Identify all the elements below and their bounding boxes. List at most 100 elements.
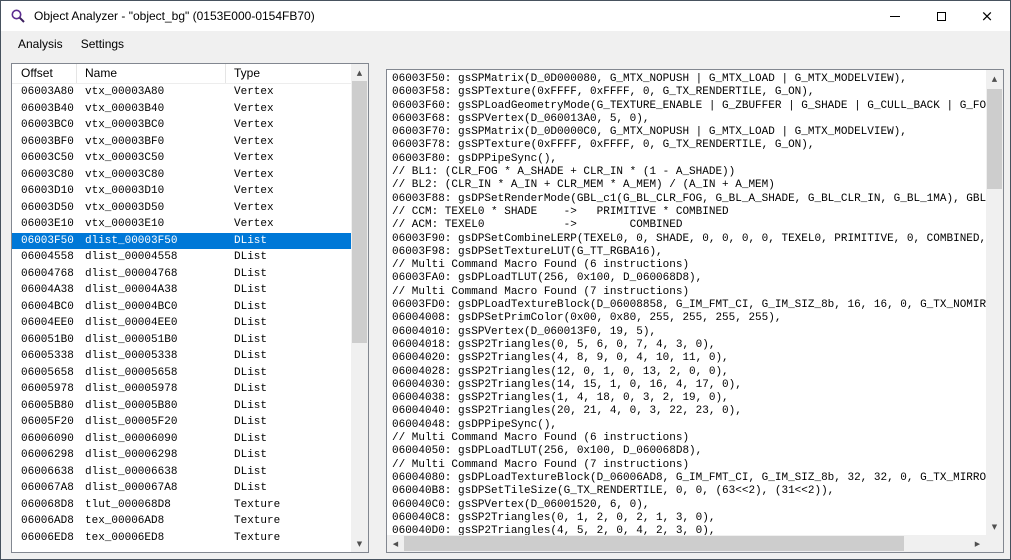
row-type: DList [226,480,351,497]
code-line: 060040B8: gsDPSetTileSize(G_TX_RENDERTIL… [392,485,986,498]
scroll-right-button[interactable]: ▶ [969,535,986,552]
table-row[interactable]: 06003E10 vtx_00003E10 Vertex [12,216,351,233]
menu-item-analysis[interactable]: Analysis [9,31,72,57]
code-line: 06004008: gsDPSetPrimColor(0x00, 0x80, 2… [392,312,986,325]
row-type: DList [226,332,351,349]
up-arrow-icon: ▲ [357,69,362,77]
row-type: DList [226,299,351,316]
maximize-button[interactable] [918,1,964,31]
row-offset: 06003C50 [12,150,77,167]
row-name: tex_00006AD8 [77,513,226,530]
table-row[interactable]: 06006298 dlist_00006298 DList [12,447,351,464]
table-row[interactable]: 06006AD8 tex_00006AD8 Texture [12,513,351,530]
disassembly-hscrollbar[interactable]: ◀ ▶ [387,535,986,552]
table-row[interactable]: 060051B0 dlist_000051B0 DList [12,332,351,349]
code-line: 06004040: gsSP2Triangles(20, 21, 4, 0, 3… [392,405,986,418]
right-arrow-icon: ▶ [975,540,980,548]
scrollbar-thumb[interactable] [352,81,367,343]
table-row[interactable]: 06004558 dlist_00004558 DList [12,249,351,266]
table-row[interactable]: 06003BC0 vtx_00003BC0 Vertex [12,117,351,134]
code-line: 06004030: gsSP2Triangles(14, 15, 1, 0, 1… [392,379,986,392]
code-line: 06004080: gsDPLoadTextureBlock(D_06006AD… [392,472,986,485]
table-row[interactable]: 06005338 dlist_00005338 DList [12,348,351,365]
table-row[interactable]: 06004A38 dlist_00004A38 DList [12,282,351,299]
row-offset: 06005B80 [12,398,77,415]
row-offset: 06006090 [12,431,77,448]
title-bar[interactable]: Object Analyzer - "object_bg" (0153E000-… [1,1,1010,31]
minimize-button[interactable] [872,1,918,31]
table-row[interactable]: 06003A80 vtx_00003A80 Vertex [12,84,351,101]
row-offset: 06004558 [12,249,77,266]
row-name: vtx_00003BC0 [77,117,226,134]
table-row[interactable]: 06005978 dlist_00005978 DList [12,381,351,398]
row-offset: 06003BF0 [12,134,77,151]
row-type: Vertex [226,134,351,151]
disassembly-view: 06003F50: gsSPMatrix(D_0D000080, G_MTX_N… [386,69,1004,553]
table-row[interactable]: 060068D8 tlut_000068D8 Texture [12,497,351,514]
row-name: dlist_00004BC0 [77,299,226,316]
code-line: // Multi Command Macro Found (6 instruct… [392,432,986,445]
code-line: 060040C8: gsSP2Triangles(0, 1, 2, 0, 2, … [392,512,986,525]
code-line: // BL2: (CLR_IN * A_IN + CLR_MEM * A_MEM… [392,179,986,192]
close-button[interactable]: × [964,1,1010,31]
row-name: vtx_00003E10 [77,216,226,233]
table-row[interactable]: 06006638 dlist_00006638 DList [12,464,351,481]
table-row[interactable]: 060067A8 dlist_000067A8 DList [12,480,351,497]
window-title: Object Analyzer - "object_bg" (0153E000-… [34,1,315,31]
table-row[interactable]: 06005F20 dlist_00005F20 DList [12,414,351,431]
object-list-body: 06003A80 vtx_00003A80 Vertex 06003B40 vt… [12,84,351,552]
table-row[interactable]: 06003B40 vtx_00003B40 Vertex [12,101,351,118]
content-area: Offset Name Type 06003A80 vtx_00003A80 V… [1,57,1010,559]
code-line: 06003F50: gsSPMatrix(D_0D000080, G_MTX_N… [392,73,986,86]
table-row[interactable]: 06003C50 vtx_00003C50 Vertex [12,150,351,167]
row-type: DList [226,348,351,365]
row-offset: 060051B0 [12,332,77,349]
table-row[interactable]: 06006ED8 tex_00006ED8 Texture [12,530,351,547]
row-offset: 06004A38 [12,282,77,299]
row-type: DList [226,282,351,299]
column-header-name[interactable]: Name [77,64,226,83]
disassembly-text[interactable]: 06003F50: gsSPMatrix(D_0D000080, G_MTX_N… [387,70,986,535]
scroll-up-button[interactable]: ▲ [351,64,368,81]
code-line: 06004018: gsSP2Triangles(0, 5, 6, 0, 7, … [392,339,986,352]
row-offset: 06006638 [12,464,77,481]
table-row[interactable]: 06003D50 vtx_00003D50 Vertex [12,200,351,217]
table-row[interactable]: 06004768 dlist_00004768 DList [12,266,351,283]
code-line: 06003F58: gsSPTexture(0xFFFF, 0xFFFF, 0,… [392,86,986,99]
scrollbar-thumb[interactable] [987,89,1002,189]
table-row[interactable]: 06003BF0 vtx_00003BF0 Vertex [12,134,351,151]
code-line: // ACM: TEXEL0 -> COMBINED [392,219,986,232]
table-row[interactable]: 06004EE0 dlist_00004EE0 DList [12,315,351,332]
table-row[interactable]: 06004BC0 dlist_00004BC0 DList [12,299,351,316]
table-row[interactable]: 06005658 dlist_00005658 DList [12,365,351,382]
code-line: 06003F68: gsSPVertex(D_060013A0, 5, 0), [392,113,986,126]
table-row[interactable]: 06005B80 dlist_00005B80 DList [12,398,351,415]
row-type: DList [226,447,351,464]
menu-item-settings[interactable]: Settings [72,31,133,57]
row-name: dlist_00005338 [77,348,226,365]
row-type: DList [226,464,351,481]
scrollbar-thumb[interactable] [404,536,904,551]
scroll-down-button[interactable]: ▼ [351,535,368,552]
row-name: dlist_00005B80 [77,398,226,415]
scroll-left-button[interactable]: ◀ [387,535,404,552]
row-offset: 06004768 [12,266,77,283]
disassembly-vscrollbar[interactable]: ▲ ▼ [986,70,1003,535]
code-line: 06003F78: gsSPTexture(0xFFFF, 0xFFFF, 0,… [392,139,986,152]
table-row[interactable]: 06003D10 vtx_00003D10 Vertex [12,183,351,200]
row-type: Vertex [226,150,351,167]
table-row[interactable]: 06003F50 dlist_00003F50 DList [12,233,351,250]
scroll-down-button[interactable]: ▼ [986,518,1003,535]
column-header-offset[interactable]: Offset [12,64,77,83]
row-offset: 06005978 [12,381,77,398]
row-name: dlist_00005978 [77,381,226,398]
object-list-scrollbar[interactable]: ▲ ▼ [351,64,368,552]
scrollbar-corner [986,535,1003,552]
table-row[interactable]: 06006090 dlist_00006090 DList [12,431,351,448]
scroll-up-button[interactable]: ▲ [986,70,1003,87]
down-arrow-icon: ▼ [357,540,362,548]
table-row[interactable]: 06003C80 vtx_00003C80 Vertex [12,167,351,184]
row-type: DList [226,431,351,448]
column-header-type[interactable]: Type [226,64,351,83]
maximize-icon [937,12,946,21]
